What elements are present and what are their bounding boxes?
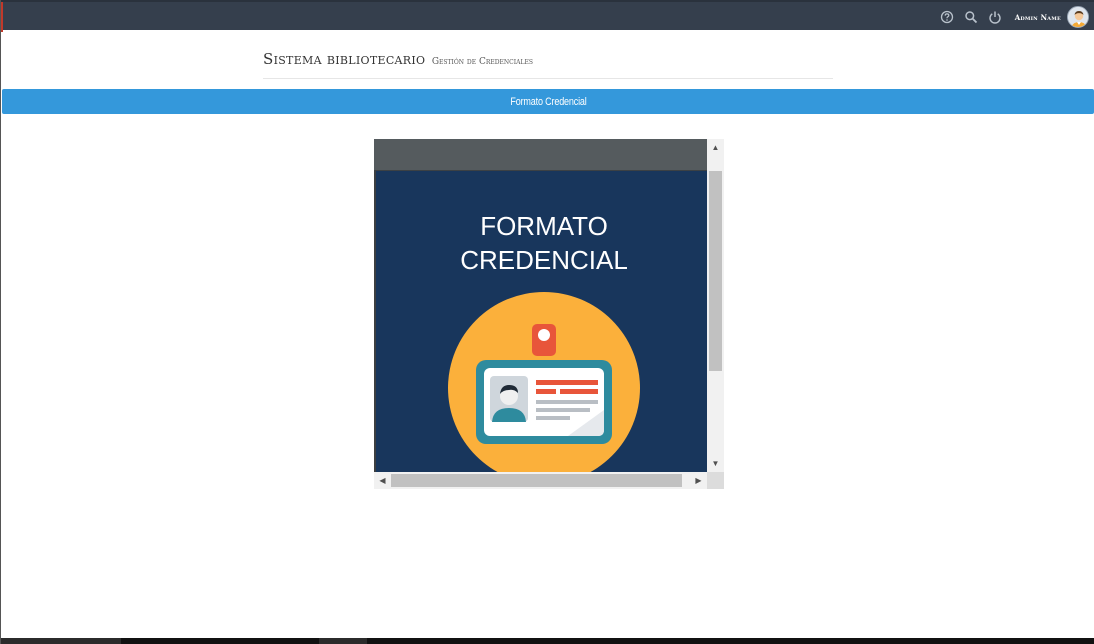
taskbar-segment [319, 638, 367, 644]
section-header-label: Formato Credencial [509, 95, 587, 108]
scroll-up-arrow-icon[interactable]: ▲ [707, 139, 724, 156]
scroll-right-arrow-icon[interactable]: ▶ [690, 472, 707, 489]
vertical-scrollbar[interactable]: ▲ ▼ [707, 139, 724, 472]
preview-top-strip [374, 139, 707, 171]
search-icon[interactable] [964, 10, 978, 24]
navbar-user-area: Admin Name [935, 4, 1089, 30]
power-icon[interactable] [988, 10, 1002, 24]
bottom-taskbar-strip [1, 638, 1094, 644]
taskbar-segment [1, 638, 121, 644]
vertical-scroll-thumb[interactable] [709, 171, 722, 371]
section-header-bar: Formato Credencial [2, 89, 1094, 114]
credential-format-title: FORMATO CREDENCIAL [374, 209, 707, 277]
id-badge-illustration [448, 292, 640, 472]
horizontal-scroll-thumb[interactable] [391, 474, 682, 487]
page-header: Sistema bibliotecario Gestión de Credenc… [263, 50, 833, 79]
credential-preview-frame[interactable]: FORMATO CREDENCIAL ▲ ▼ ◀ ▶ [374, 139, 724, 489]
credential-preview-viewport: FORMATO CREDENCIAL [374, 139, 707, 472]
page-title: Sistema bibliotecario [263, 50, 426, 68]
navbar-edge [1, 2, 3, 32]
credential-title-line2: CREDENCIAL [460, 245, 628, 275]
help-circle-icon[interactable] [940, 10, 954, 24]
credential-title-line1: FORMATO [480, 211, 608, 241]
scroll-left-arrow-icon[interactable]: ◀ [374, 472, 391, 489]
horizontal-scrollbar[interactable]: ◀ ▶ [374, 472, 707, 489]
page-subtitle: Gestión de Credenciales [431, 57, 533, 67]
top-navbar: Admin Name [1, 0, 1094, 32]
admin-name[interactable]: Admin Name [1015, 13, 1061, 22]
scroll-down-arrow-icon[interactable]: ▼ [707, 455, 724, 472]
avatar[interactable] [1067, 6, 1089, 28]
page: Admin Name Sistema bibliotecario Gestión… [0, 0, 1094, 644]
scrollbar-corner [707, 472, 724, 489]
